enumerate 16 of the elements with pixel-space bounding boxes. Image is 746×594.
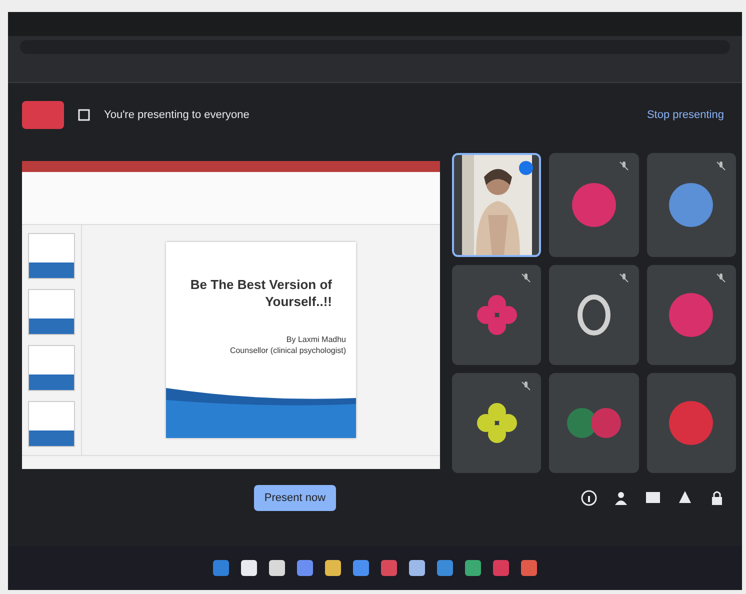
taskbar-app-icon[interactable] [325, 560, 341, 576]
taskbar-app-icon[interactable] [409, 560, 425, 576]
people-icon[interactable] [612, 489, 630, 507]
taskbar-app-icon[interactable] [437, 560, 453, 576]
stop-presenting-button[interactable]: Stop presenting [642, 105, 728, 125]
slide-author: By Laxmi Madhu Counsellor (clinical psychologist) [228, 334, 347, 358]
taskbar-app-icon[interactable] [269, 560, 285, 576]
present-icon [78, 109, 90, 121]
taskbar-app-icon[interactable] [465, 560, 481, 576]
slide-title: Be The Best Version of Yourself..!! [189, 276, 333, 310]
info-icon[interactable] [580, 489, 598, 507]
presenting-message: You're presenting to everyone [104, 109, 250, 121]
taskbar-app-icon[interactable] [297, 560, 313, 576]
present-now-button[interactable]: Present now [254, 485, 336, 511]
taskbar-app-icon[interactable] [353, 560, 369, 576]
taskbar-app-icon[interactable] [241, 560, 257, 576]
